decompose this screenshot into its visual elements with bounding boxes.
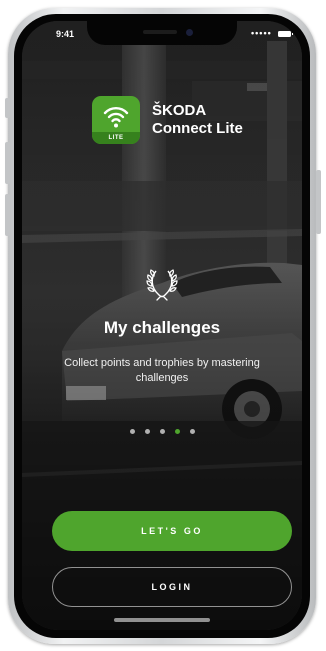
slide-description: Collect points and trophies by mastering… (64, 357, 260, 384)
lets-go-button[interactable]: LET'S GO (52, 511, 292, 551)
app-screen: 9:41 ••••• LITE ŠKODA Connect Lite My ch… (22, 21, 302, 630)
slide-title: My challenges (103, 318, 221, 337)
battery-icon (278, 31, 293, 37)
app-logo: LITE (92, 96, 140, 144)
mute-switch (5, 98, 10, 118)
signal-strength-icon: ••••• (251, 28, 272, 38)
power-button (316, 170, 321, 234)
brand-name: ŠKODA (152, 102, 207, 119)
wifi-signal-icon (103, 107, 129, 128)
brand-header: LITE ŠKODA Connect Lite (92, 96, 262, 146)
product-name: Connect Lite (152, 120, 243, 137)
volume-up-button (5, 142, 10, 184)
page-indicator[interactable] (22, 429, 302, 434)
page-dot[interactable] (129, 429, 135, 434)
page-dot[interactable] (144, 429, 150, 434)
page-dot[interactable] (159, 429, 165, 434)
logo-badge: LITE (92, 132, 140, 144)
status-bar: 9:41 ••••• (22, 21, 302, 45)
status-time: 9:41 (56, 29, 75, 39)
volume-down-button (5, 194, 10, 236)
laurel-wreath-icon (146, 269, 178, 301)
page-dot-active[interactable] (174, 429, 180, 434)
home-indicator[interactable] (114, 618, 210, 622)
login-button[interactable]: LOGIN (52, 567, 292, 607)
page-dot[interactable] (189, 429, 195, 434)
